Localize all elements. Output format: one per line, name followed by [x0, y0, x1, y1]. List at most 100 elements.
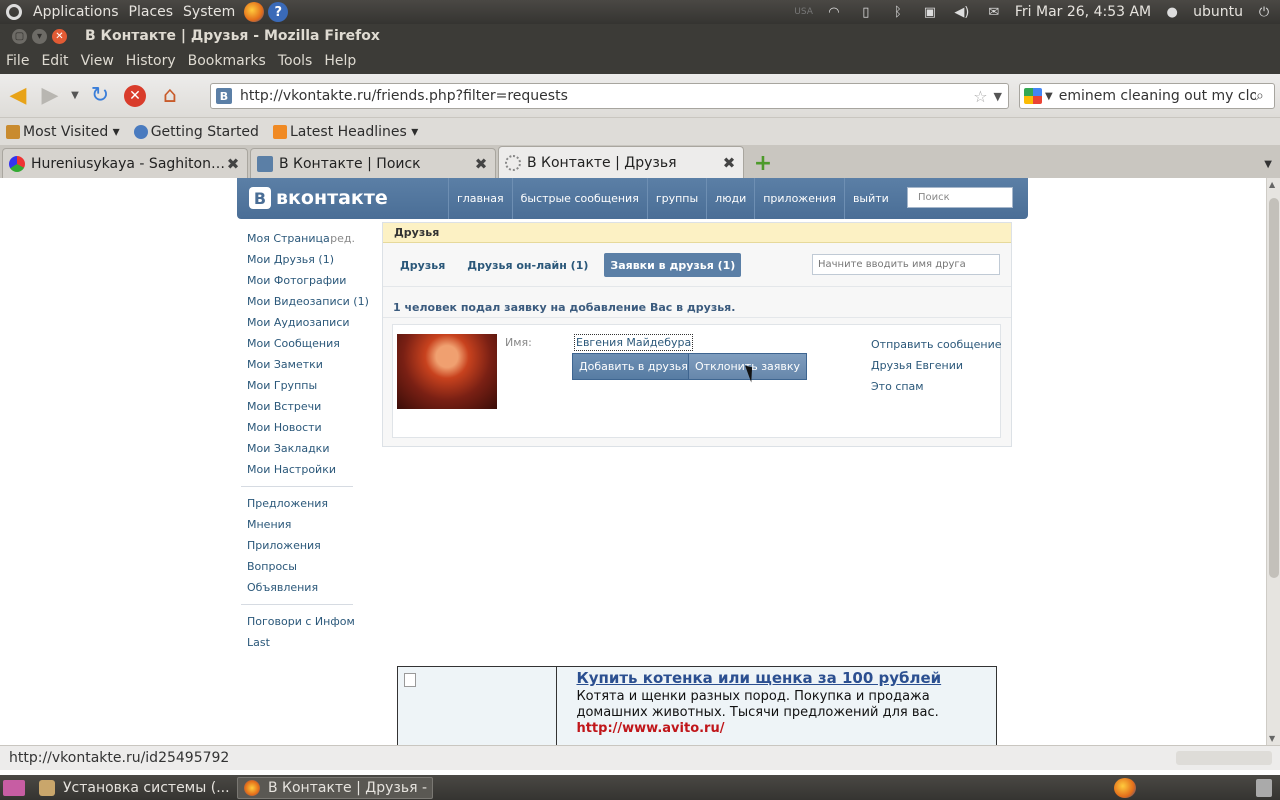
mail-icon[interactable]: ✉ [985, 5, 1003, 20]
menu-help[interactable]: Help [318, 53, 362, 69]
tab-friend-requests[interactable]: Заявки в друзья (1) [604, 253, 742, 277]
ubuntu-logo-icon[interactable] [6, 4, 22, 20]
vk-nav-groups[interactable]: группы [646, 178, 706, 219]
scroll-up-arrow-icon[interactable]: ▲ [1269, 180, 1275, 189]
wifi-icon[interactable]: ◠ [825, 5, 843, 20]
menu-view[interactable]: View [75, 53, 120, 69]
add-friend-button[interactable]: Добавить в друзья [572, 353, 695, 380]
user-name[interactable]: ubuntu [1188, 4, 1248, 20]
ad-banner[interactable]: Купить котенка или щенка за 100 рублей К… [397, 666, 997, 745]
leftnav-my-bookmarks[interactable]: Мои Закладки [247, 438, 362, 459]
vk-nav-logout[interactable]: выйти [843, 178, 897, 219]
edit-link[interactable]: ред. [330, 232, 362, 245]
menu-history[interactable]: History [120, 53, 182, 69]
bookmark-getting-started[interactable]: Getting Started [133, 124, 259, 140]
leftnav-ads[interactable]: Объявления [247, 577, 362, 598]
leftnav-talk-info[interactable]: Поговори с Инфом [247, 611, 362, 632]
leftnav-apps[interactable]: Приложения [247, 535, 362, 556]
vk-nav-apps[interactable]: приложения [754, 178, 844, 219]
leftnav-questions[interactable]: Вопросы [247, 556, 362, 577]
leftnav-my-settings[interactable]: Мои Настройки [247, 459, 362, 480]
url-text[interactable]: http://vkontakte.ru/friends.php?filter=r… [240, 88, 568, 104]
leftnav-my-audio[interactable]: Мои Аудиозаписи [247, 312, 362, 333]
google-engine-icon[interactable] [1024, 88, 1042, 104]
list-all-tabs-icon[interactable]: ▼ [1264, 159, 1272, 170]
applications-menu[interactable]: Applications [28, 4, 124, 20]
vk-search-input[interactable]: Поиск [907, 187, 1013, 208]
bookmark-latest-headlines[interactable]: Latest Headlines ▾ [272, 124, 418, 140]
close-window-icon[interactable]: ✕ [52, 28, 67, 44]
minimize-icon[interactable]: ▾ [32, 28, 47, 44]
leftnav-my-friends[interactable]: Мои Друзья (1) [247, 249, 362, 270]
send-message-link[interactable]: Отправить сообщение [871, 334, 1002, 355]
show-desktop-icon[interactable] [3, 779, 25, 796]
search-input[interactable]: eminem cleaning out my clos [1059, 88, 1256, 104]
url-dropdown-icon[interactable]: ▼ [994, 90, 1008, 103]
tab-vk-search[interactable]: В Контакте | Поиск ✖ [250, 148, 496, 178]
leftnav-my-events[interactable]: Мои Встречи [247, 396, 362, 417]
history-dropdown-icon[interactable]: ▼ [68, 82, 82, 110]
leftnav-my-groups[interactable]: Мои Группы [247, 375, 362, 396]
leftnav-my-notes[interactable]: Мои Заметки [247, 354, 362, 375]
leftnav-my-page[interactable]: Моя Страница ред. [247, 228, 362, 249]
search-icon[interactable]: ⌕ [1256, 88, 1274, 104]
ad-image[interactable] [398, 667, 558, 745]
firefox-tray-icon[interactable] [1114, 777, 1136, 798]
forward-arrow-icon[interactable]: ▶ [36, 82, 64, 110]
friend-filter-input[interactable]: Начните вводить имя друга [812, 254, 1000, 275]
requester-friends-link[interactable]: Друзья Евгении [871, 355, 1002, 376]
engine-dropdown-icon[interactable]: ▼ [1045, 91, 1053, 102]
leftnav-last[interactable]: Last [247, 632, 362, 653]
close-tab-icon[interactable]: ✖ [225, 156, 241, 172]
leftnav-opinions[interactable]: Мнения [247, 514, 362, 535]
home-icon[interactable]: ⌂ [156, 82, 184, 110]
trash-icon[interactable] [1256, 778, 1272, 797]
volume-icon[interactable]: ◀) [953, 5, 971, 20]
vk-nav-quick-messages[interactable]: быстрые сообщения [511, 178, 647, 219]
bookmark-most-visited[interactable]: Most Visited ▾ [6, 124, 120, 140]
url-bar[interactable]: B http://vkontakte.ru/friends.php?filter… [210, 83, 1009, 109]
clock[interactable]: Fri Mar 26, 4:53 AM [1010, 4, 1156, 20]
help-launcher-icon[interactable]: ? [268, 2, 289, 22]
menu-tools[interactable]: Tools [272, 53, 319, 69]
stop-icon[interactable]: ✕ [124, 84, 146, 107]
leftnav-my-videos[interactable]: Мои Видеозаписи (1) [247, 291, 369, 312]
reload-icon[interactable]: ↻ [86, 82, 114, 110]
power-icon[interactable]: ⏻ [1255, 5, 1273, 20]
scroll-down-arrow-icon[interactable]: ▼ [1269, 734, 1275, 743]
taskbar-installer[interactable]: Установка системы (... [33, 777, 229, 799]
system-menu[interactable]: System [178, 4, 240, 20]
bluetooth-icon[interactable]: ᛒ [889, 5, 907, 20]
close-tab-icon[interactable]: ✖ [721, 155, 737, 171]
update-icon[interactable]: ▣ [921, 5, 939, 20]
tab-hureniusykaya[interactable]: Hureniusykaya - Saghiton -... ✖ [2, 148, 248, 178]
ad-url-link[interactable]: http://www.avito.ru/ [576, 721, 996, 736]
close-tab-icon[interactable]: ✖ [473, 156, 489, 172]
battery-icon[interactable]: ▯ [857, 5, 875, 20]
tab-friends[interactable]: Друзья [394, 253, 451, 277]
firefox-launcher-icon[interactable] [244, 2, 265, 22]
tab-friends-online[interactable]: Друзья он-лайн (1) [461, 253, 594, 277]
places-menu[interactable]: Places [124, 4, 179, 20]
menu-bookmarks[interactable]: Bookmarks [182, 53, 272, 69]
requester-photo[interactable] [397, 334, 497, 409]
vk-logo[interactable]: Bвконтакте [249, 187, 388, 209]
bookmark-star-icon[interactable]: ☆ [973, 87, 993, 106]
search-bar[interactable]: ▼ eminem cleaning out my clos ⌕ [1019, 83, 1275, 109]
tab-vk-friends[interactable]: В Контакте | Друзья ✖ [498, 146, 744, 178]
vk-nav-main[interactable]: главная [448, 178, 512, 219]
back-arrow-icon[interactable]: ◀ [4, 82, 32, 110]
leftnav-my-photos[interactable]: Мои Фотографии [247, 270, 362, 291]
leftnav-my-messages[interactable]: Мои Сообщения [247, 333, 362, 354]
report-spam-link[interactable]: Это спам [871, 376, 1002, 397]
new-tab-plus-icon[interactable]: + [752, 153, 774, 175]
ad-title-link[interactable]: Купить котенка или щенка за 100 рублей [576, 669, 996, 687]
scrollbar-thumb[interactable] [1269, 198, 1279, 578]
window-menu-icon[interactable]: ▢ [12, 28, 27, 44]
menu-edit[interactable]: Edit [35, 53, 74, 69]
keyboard-layout[interactable]: USA [789, 7, 818, 17]
vertical-scrollbar[interactable]: ▲ ▼ [1266, 178, 1280, 745]
leftnav-my-news[interactable]: Мои Новости [247, 417, 362, 438]
taskbar-firefox[interactable]: В Контакте | Друзья - ... [237, 776, 433, 799]
user-icon[interactable]: ● [1163, 5, 1181, 20]
